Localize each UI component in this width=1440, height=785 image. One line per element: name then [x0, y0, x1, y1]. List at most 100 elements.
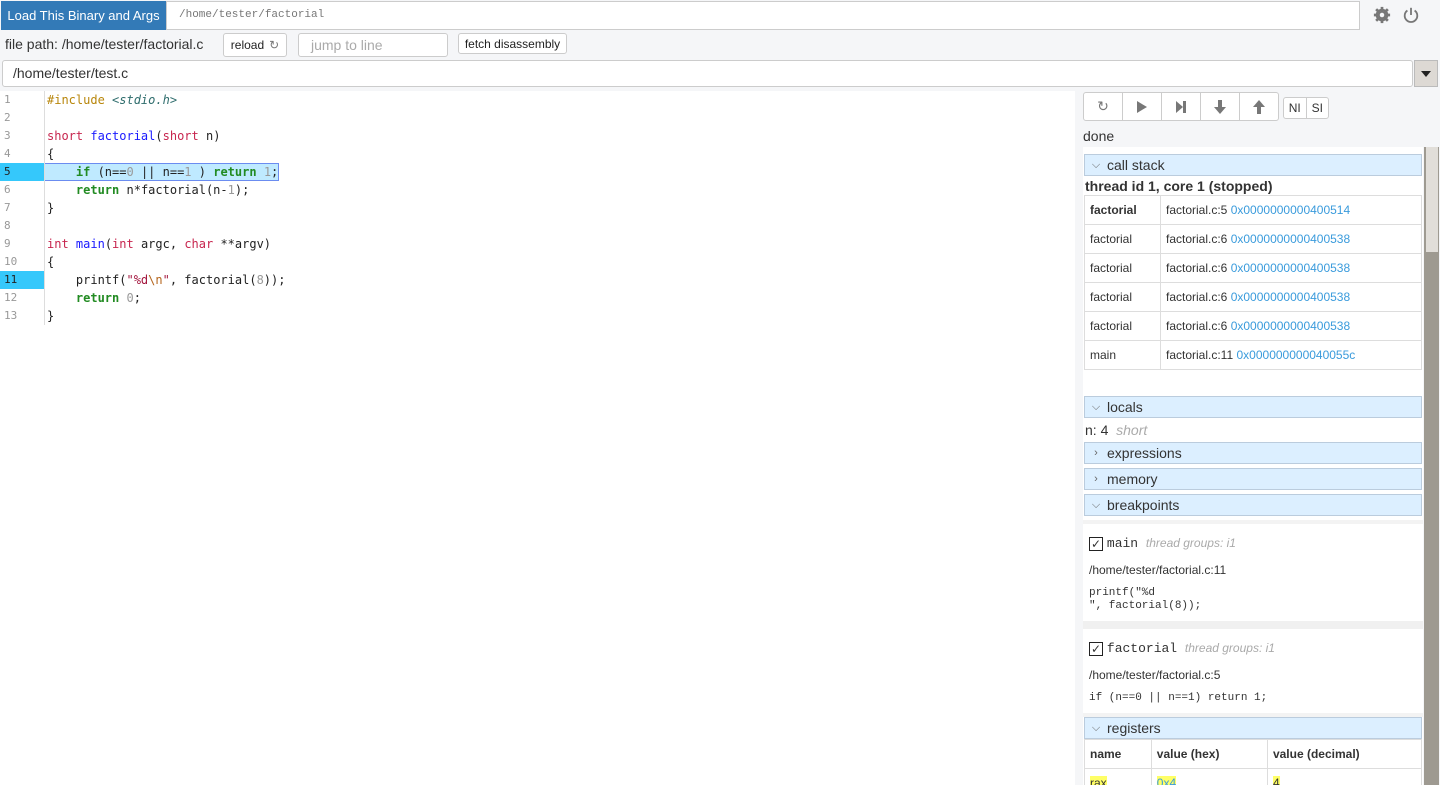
code-line: 3 short factorial(short n)	[0, 127, 1075, 145]
call-stack-frame[interactable]: main factorial.c:11 0x000000000040055c	[1084, 340, 1422, 370]
frame-address[interactable]: 0x000000000040055c	[1237, 348, 1356, 362]
col-decimal: value (decimal)	[1266, 739, 1423, 769]
breakpoint-source: printf("%d ", factorial(8));	[1089, 587, 1417, 613]
line-number[interactable]: 1	[0, 91, 44, 109]
code-token: 8	[256, 273, 264, 287]
code-token: return	[75, 291, 120, 305]
code-token: || n==	[133, 165, 185, 179]
source-file-select[interactable]: /home/tester/test.c	[2, 60, 1413, 87]
line-number[interactable]: 5	[0, 163, 44, 181]
continue-icon[interactable]	[1123, 93, 1162, 120]
restart-icon[interactable]: ↻	[1084, 93, 1123, 120]
chevron-down-icon[interactable]	[1414, 60, 1438, 87]
code-token: 0	[126, 291, 134, 305]
step-instruction-button[interactable]: SI	[1307, 98, 1329, 118]
locals-header[interactable]: ⌵ locals	[1084, 396, 1422, 418]
code-token: {	[47, 147, 55, 161]
power-icon[interactable]	[1402, 6, 1420, 24]
step-out-icon[interactable]	[1240, 93, 1278, 120]
code-line: 6 return n*factorial(n-1);	[0, 181, 1075, 199]
line-number[interactable]: 13	[0, 307, 44, 325]
code-text: short factorial(short n)	[47, 127, 220, 145]
col-hex: value (hex)	[1150, 739, 1268, 769]
register-row: rax 0x4 4	[1084, 768, 1423, 785]
load-binary-button[interactable]: Load This Binary and Args	[1, 1, 166, 30]
code-token: #include	[47, 93, 113, 107]
frame-address[interactable]: 0x0000000000400538	[1231, 232, 1350, 246]
next-icon[interactable]	[1162, 93, 1201, 120]
code-text: int main(int argc, char **argv)	[47, 235, 271, 253]
line-number[interactable]: 11	[0, 271, 44, 289]
line-number[interactable]: 12	[0, 289, 44, 307]
code-line: 5 if (n==0 || n==1 ) return 1;	[0, 163, 1075, 181]
fetch-disassembly-button[interactable]: fetch disassembly	[458, 33, 567, 54]
frame-location: factorial.c:5	[1166, 203, 1228, 217]
next-instruction-button[interactable]: NI	[1284, 98, 1307, 118]
chevron-down-icon: ⌵	[1091, 158, 1101, 171]
code-token: )	[191, 165, 214, 179]
source-code-view[interactable]: 1 #include <stdio.h> 2 3 short factorial(sho…	[0, 91, 1075, 785]
code-line: 9 int main(int argc, char **argv)	[0, 235, 1075, 253]
call-stack-table: factorial factorial.c:5 0x000000000040051…	[1084, 195, 1422, 370]
registers-header[interactable]: ⌵ registers	[1084, 717, 1422, 739]
breakpoint-function: main	[1106, 536, 1139, 551]
breakpoint-checkbox[interactable]: ✓	[1089, 642, 1103, 656]
call-stack-frame[interactable]: factorial factorial.c:6 0x000000000040053…	[1084, 311, 1422, 341]
code-text: printf("%d\n", factorial(8));	[47, 271, 286, 289]
breakpoint-checkbox[interactable]: ✓	[1089, 537, 1103, 551]
register-name: rax	[1090, 776, 1107, 785]
code-token: char	[184, 237, 214, 251]
code-token: argc,	[133, 237, 185, 251]
chevron-down-icon: ⌵	[1091, 721, 1101, 734]
call-stack-frame[interactable]: factorial factorial.c:6 0x000000000040053…	[1084, 224, 1422, 254]
code-token: 1	[184, 165, 192, 179]
binary-path-input[interactable]: /home/tester/factorial	[166, 1, 1360, 30]
gear-icon[interactable]	[1373, 6, 1391, 24]
frame-address[interactable]: 0x0000000000400514	[1231, 203, 1350, 217]
call-stack-frame[interactable]: factorial factorial.c:6 0x000000000040053…	[1084, 282, 1422, 312]
gutter-divider	[44, 91, 45, 325]
line-number[interactable]: 7	[0, 199, 44, 217]
code-text: {	[47, 145, 54, 163]
scrollbar-thumb[interactable]	[1426, 147, 1438, 252]
frame-function: main	[1084, 340, 1161, 370]
jump-to-line-input[interactable]: jump to line	[298, 33, 448, 57]
code-token: );	[234, 183, 250, 197]
line-number[interactable]: 4	[0, 145, 44, 163]
code-token: printf(	[47, 273, 127, 287]
register-hex[interactable]: 0x4	[1156, 776, 1177, 785]
frame-address[interactable]: 0x0000000000400538	[1231, 290, 1350, 304]
code-text: }	[47, 199, 54, 217]
line-number[interactable]: 3	[0, 127, 44, 145]
frame-function: factorial	[1084, 311, 1161, 341]
code-token: "%d	[126, 273, 149, 287]
step-into-icon[interactable]	[1201, 93, 1240, 120]
registers-title: registers	[1107, 720, 1161, 736]
code-line: 2	[0, 109, 1075, 127]
frame-function: factorial	[1084, 253, 1161, 283]
code-text: return 0;	[47, 289, 141, 307]
memory-header[interactable]: › memory	[1084, 468, 1422, 490]
line-number[interactable]: 9	[0, 235, 44, 253]
code-token: int	[47, 237, 76, 251]
frame-address[interactable]: 0x0000000000400538	[1231, 261, 1350, 275]
breakpoints-header[interactable]: ⌵ breakpoints	[1084, 494, 1422, 516]
line-number[interactable]: 6	[0, 181, 44, 199]
line-number[interactable]: 2	[0, 109, 44, 127]
call-stack-header[interactable]: ⌵ call stack	[1084, 154, 1422, 176]
expressions-header[interactable]: › expressions	[1084, 442, 1422, 464]
register-decimal: 4	[1272, 776, 1280, 785]
breakpoint-file: /home/tester/factorial.c:5	[1089, 668, 1221, 682]
line-number[interactable]: 8	[0, 217, 44, 235]
line-number[interactable]: 10	[0, 253, 44, 271]
call-stack-frame[interactable]: factorial factorial.c:6 0x000000000040053…	[1084, 253, 1422, 283]
frame-address[interactable]: 0x0000000000400538	[1231, 319, 1350, 333]
breakpoint-file: /home/tester/factorial.c:11	[1089, 563, 1227, 577]
code-line: 13}	[0, 307, 1075, 325]
breakpoint-source-line: ", factorial(8));	[1089, 600, 1202, 612]
code-token: }	[47, 201, 55, 215]
reload-button[interactable]: reload ↻	[223, 33, 287, 57]
call-stack-frame[interactable]: factorial factorial.c:5 0x000000000040051…	[1084, 195, 1422, 225]
code-token: ));	[263, 273, 286, 287]
